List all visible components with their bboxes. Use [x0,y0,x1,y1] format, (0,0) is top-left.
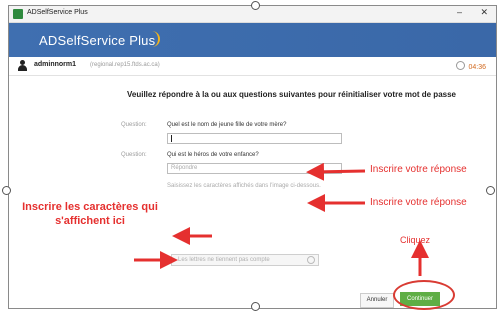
timer-value: 04:36 [468,64,486,71]
window-title: ADSelfService Plus [27,9,88,16]
app-logo-icon [13,9,23,19]
annotation-answer-1: Inscrire votre réponse [370,164,467,175]
brand-header: ADSelfService Plus [9,23,496,57]
refresh-icon[interactable] [307,256,315,264]
question-1-text: Quel est le nom de jeune fille de votre … [167,122,287,128]
brand-title: ADSelfService Plus [39,33,156,48]
reset-form: Veuillez répondre à la ou aux questions … [9,76,496,308]
continue-highlight-ring [393,280,455,310]
frame-handle-top [251,1,260,10]
frame-handle-bottom [251,302,260,311]
answer-1-input[interactable] [167,133,342,144]
brand-swoosh-icon [148,31,160,47]
captcha-placeholder: Les lettres ne tiennent pas compte [178,257,270,263]
annotation-answer-2: Inscrire votre réponse [370,197,467,208]
annotation-captcha: Inscrire les caractères qui s'affichent … [22,201,158,227]
app-window: ADSelfService Plus – ✕ ADSelfService Plu… [8,5,497,309]
answer-2-input[interactable]: Répondre [167,163,342,174]
question-2-label: Question: [121,152,147,158]
user-bar: adminnorm1 (regional.rep15.ftds.ac.ca) 0… [9,57,496,76]
text-caret [171,135,172,142]
session-timer: 04:36 [456,61,486,71]
frame-handle-left [2,186,11,195]
instruction-text: Veuillez répondre à la ou aux questions … [127,90,456,99]
user-domain: (regional.rep15.ftds.ac.ca) [90,62,160,68]
minimize-button[interactable]: – [457,7,462,17]
captcha-hint: Saisissez les caractères affichés dans l… [167,183,321,189]
clock-icon [456,61,466,70]
cancel-button[interactable]: Annuler [360,293,394,308]
question-2-text: Qui est le héros de votre enfance? [167,152,259,158]
username: adminnorm1 [34,61,77,68]
question-1-label: Question: [121,122,147,128]
close-button[interactable]: ✕ [480,7,488,18]
user-icon [17,60,27,71]
frame-handle-right [486,186,495,195]
captcha-input[interactable]: Les lettres ne tiennent pas compte [171,254,319,266]
annotation-click: Cliquez [400,235,431,245]
